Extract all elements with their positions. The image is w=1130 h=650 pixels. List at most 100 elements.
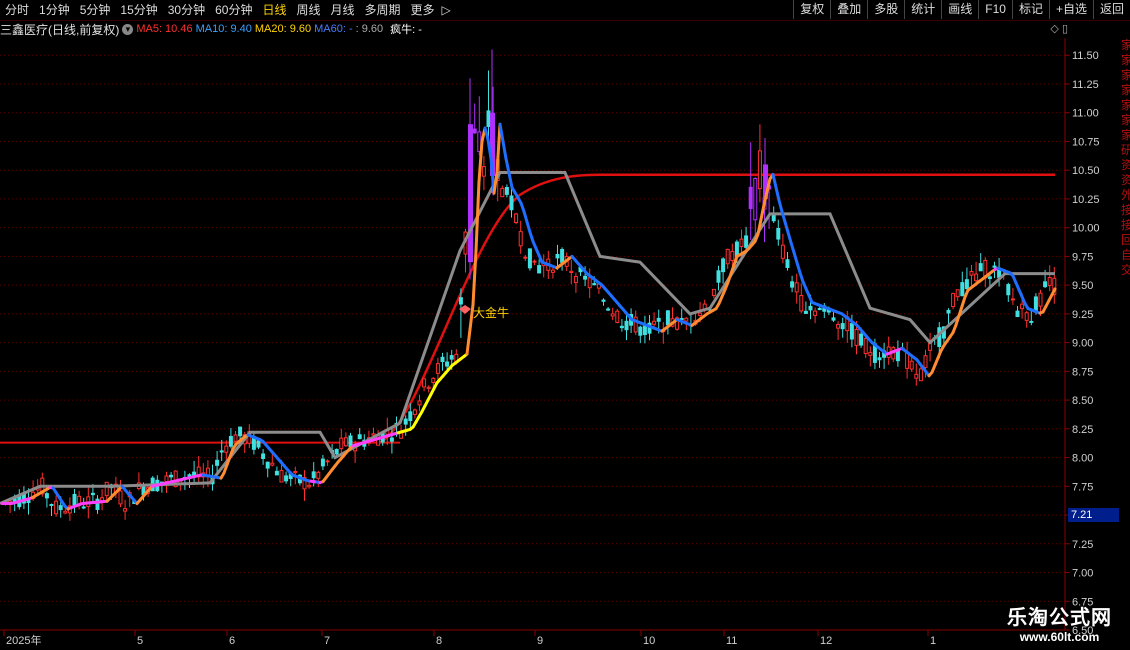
time-label: 7 [324,635,330,647]
toolbar-button-3[interactable]: 统计 [904,0,941,19]
price-label: 7.25 [1072,539,1093,551]
tab-timeframe-9[interactable]: 多周期 [360,0,406,20]
side-tab-5[interactable]: 家 [1121,113,1130,128]
price-label: 7.75 [1072,481,1093,493]
toolbar-button-2[interactable]: 多股 [867,0,904,19]
candle-body [550,269,555,273]
more-arrow-icon[interactable]: ▷ [440,0,453,20]
candle-body [523,256,528,259]
candle-body [863,338,868,355]
side-tab-14[interactable]: 自 [1121,248,1130,263]
tab-timeframe-10[interactable]: 更多 [406,0,440,20]
tab-timeframe-4[interactable]: 30分钟 [163,0,210,20]
tab-timeframe-5[interactable]: 60分钟 [210,0,257,20]
candle-body [964,279,969,290]
candle-body [500,187,505,198]
candle-body [504,187,509,195]
side-tab-10[interactable]: 外 [1121,188,1130,203]
tab-timeframe-6[interactable]: 日线 [257,0,291,20]
toolbar-button-6[interactable]: 标记 [1011,0,1049,19]
candle-body [721,258,726,273]
candle-body [739,238,744,248]
ma-segment [783,220,790,234]
candle-body [757,150,762,190]
candle-body [592,283,597,286]
tab-timeframe-8[interactable]: 月线 [326,0,360,20]
price-label: 11.25 [1072,79,1099,91]
candle-body [978,263,983,272]
candle-body [357,434,362,440]
candle-body [914,373,919,379]
side-tab-4[interactable]: 家 [1121,98,1130,113]
candle-body [440,356,445,363]
price-grid [0,54,1065,631]
ma-segment [789,241,796,255]
candle-body [951,293,956,308]
indicator-legend: 三鑫医疗(日线,前复权) ▾ MA5: 10.46 MA10: 9.40 MA2… [0,20,1060,38]
side-tab-11[interactable]: 接 [1121,203,1130,218]
candle-body [652,320,657,325]
side-panel-strip[interactable]: 家家家家家家家研资资外接接回自交 [1121,38,1130,628]
settings-icon[interactable]: ▾ [122,23,134,35]
stock-name[interactable]: 三鑫医疗(日线,前复权) [0,21,119,38]
candle-body [987,276,992,280]
candle-body [339,437,344,450]
candle-body [316,471,321,479]
candle-body [610,313,615,317]
side-tab-6[interactable]: 家 [1121,128,1130,143]
candle-body [780,244,785,259]
candle-body [583,275,588,280]
watermark-url: www.60lt.com [1019,630,1100,644]
side-tab-9[interactable]: 资 [1121,173,1130,188]
side-tab-7[interactable]: 研 [1121,143,1130,158]
candle-body [417,400,422,406]
side-tab-8[interactable]: 资 [1121,158,1130,173]
current-price-badge: 7.21 [1068,508,1119,522]
candle-body [164,475,169,483]
tab-timeframe-0[interactable]: 分时 [0,0,34,20]
candle-body [435,363,440,374]
candle-body [527,248,532,269]
period-toolbar: 分时 1分钟 5分钟 15分钟 30分钟 60分钟 日线 周线 月线 多周期 更多 ▷ 复权 叠加 多股统… [0,0,1130,21]
side-tab-13[interactable]: 回 [1121,233,1130,248]
candle-body [606,308,611,311]
side-tab-12[interactable]: 接 [1121,218,1130,233]
candle-body [960,282,965,297]
toolbar-button-0[interactable]: 复权 [793,0,830,19]
toolbar-button-8[interactable]: 返回 [1092,0,1130,19]
toolbar-button-5[interactable]: F10 [978,0,1012,19]
time-label: 8 [436,635,442,647]
tab-timeframe-3[interactable]: 15分钟 [115,0,162,20]
candle-body [90,492,95,496]
ma60-extra: : 9.60 [355,23,384,35]
toolbar-button-7[interactable]: +自选 [1048,0,1093,19]
right-toolbar: 复权 叠加 多股 统计 画线 F10 标记 +自选 返回 [793,0,1130,20]
ma5-value: MA5: 10.46 [136,23,193,35]
window-icons[interactable]: ◇ ▯ [1050,22,1068,35]
candle-body [730,251,735,262]
tab-timeframe-7[interactable]: 周线 [291,0,325,20]
toolbar-button-1[interactable]: 叠加 [830,0,867,19]
price-label: 11.00 [1072,108,1099,120]
side-tab-3[interactable]: 家 [1121,83,1130,98]
ma-segment [771,173,778,189]
ma-segment [465,327,472,356]
candle-body [638,326,643,336]
candle-body [44,493,49,499]
tab-timeframe-1[interactable]: 1分钟 [34,0,75,20]
side-tab-1[interactable]: 家 [1121,53,1130,68]
side-tab-15[interactable]: 交 [1121,263,1130,278]
candle-body [840,323,845,330]
candle-body [514,213,519,224]
tab-timeframe-2[interactable]: 5分钟 [75,0,116,20]
kline-chart[interactable]: 大金牛 11.50 11.25 11.00 10.75 10.50 10.25 10.00 9… [0,38,1130,650]
candle-body [937,327,942,348]
ma-segment [522,210,529,224]
ma-segment [483,126,490,142]
side-tab-2[interactable]: 家 [1121,68,1130,83]
time-label: 12 [820,635,832,647]
candle-body [573,276,578,284]
toolbar-button-4[interactable]: 画线 [941,0,978,19]
candle-body [974,273,979,282]
side-tab-0[interactable]: 家 [1121,38,1130,53]
